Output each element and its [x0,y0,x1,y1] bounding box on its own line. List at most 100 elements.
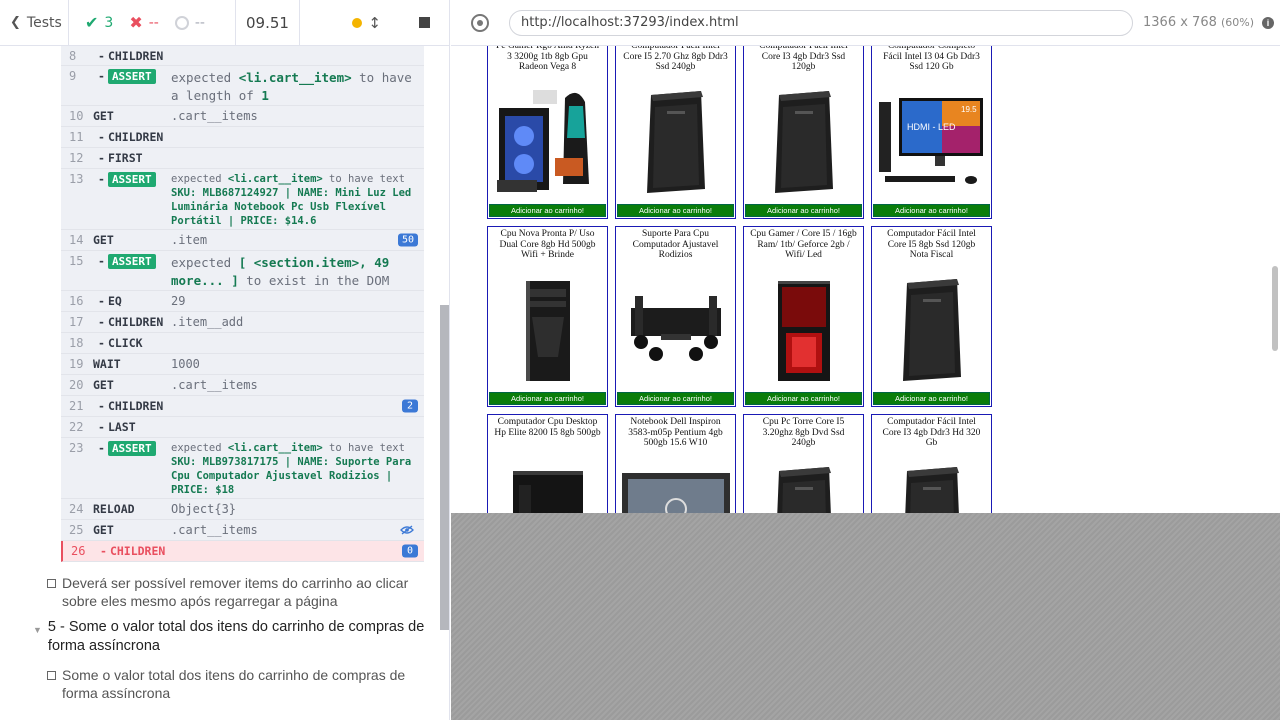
assert-text-part: <li.cart__item> [227,173,323,185]
command-name: - CLICK [93,336,171,353]
command-row[interactable]: 16- EQ 29 [61,291,424,312]
command-number: 12 [69,151,84,165]
child-dash: - [98,336,105,350]
add-to-cart-button[interactable]: Adicionar ao carrinho! [873,392,990,405]
command-message [171,399,424,416]
command-number: 25 [69,523,84,537]
command-name-text: GET [93,378,114,392]
product-image [744,463,863,513]
app-iframe: Pc Gamer Rgb Amd Ryzen 3 3200g 1tb 8gb G… [451,46,1280,513]
auto-scroll-icon[interactable]: ↕ [368,14,381,32]
child-dash: - [98,294,105,308]
product-grid: Pc Gamer Rgb Amd Ryzen 3 3200g 1tb 8gb G… [487,46,992,513]
monitor-size-label: 19.5 [961,105,977,114]
command-name: - CHILDREN [95,544,173,561]
assert-badge: ASSERT [107,441,156,456]
command-row[interactable]: 26- CHILDREN 0 [61,541,424,562]
assert-text-part: 1 [261,88,269,103]
child-dash: - [98,49,105,63]
failed-count: -- [148,14,159,31]
command-message [171,336,424,353]
command-name: - LAST [93,420,171,437]
command-row[interactable]: 25 GET .cart__items [61,520,424,541]
count-badge: 50 [397,233,418,247]
product-image [488,275,607,385]
command-row[interactable]: 12- FIRST [61,148,424,169]
command-number: 13 [69,172,84,186]
triangle-down-icon: ▼ [33,625,42,635]
product-title: Cpu Gamer / Core I5 / 16gb Ram/ 1tb/ Gef… [750,229,857,260]
command-row[interactable]: 14 GET .item 50 [61,230,424,251]
add-to-cart-button[interactable]: Adicionar ao carrinho! [745,392,862,405]
command-row[interactable]: 9- ASSERT expected <li.cart__item> to have… [61,66,424,106]
command-row[interactable]: 10 GET .cart__items [61,106,424,127]
viewport-dims: 1366 x 768 [1143,15,1217,30]
product-title: Computador Fácil Intel Core I3 4gb Ddr3 … [759,46,848,72]
count-badge: 2 [402,399,418,413]
command-number: 17 [69,315,84,329]
command-name-text: CHILDREN [107,315,164,329]
command-name: - ASSERT [93,172,171,229]
product-title: Suporte Para Cpu Computador Ajustavel Ro… [632,229,719,260]
add-to-cart-button[interactable]: Adicionar ao carrinho! [489,392,606,405]
command-row[interactable]: 17- CHILDREN .item__add [61,312,424,333]
command-row[interactable]: 24 RELOAD Object{3} [61,499,424,520]
add-to-cart-button[interactable]: Adicionar ao carrinho! [745,204,862,217]
command-row[interactable]: 8 - CHILDREN [61,46,424,66]
command-message: expected [ <section.item>, 49 more... ] … [171,254,424,290]
stop-icon[interactable] [419,17,430,28]
command-name: - ASSERT [93,254,171,290]
add-to-cart-button[interactable]: Adicionar ao carrinho! [489,204,606,217]
command-name: - CHILDREN [93,49,171,65]
reporter-scrollbar[interactable] [440,305,449,630]
command-number: 21 [69,399,84,413]
command-number: 11 [69,130,84,144]
test-item[interactable]: Some o valor total dos itens do carrinho… [0,666,436,702]
command-row[interactable]: 19 WAIT 1000 [61,354,424,375]
command-row[interactable]: 11- CHILDREN [61,127,424,148]
info-icon[interactable]: i [1262,16,1275,29]
command-row[interactable]: 20 GET .cart__items [61,375,424,396]
url-bar[interactable]: http://localhost:37293/index.html [509,9,1133,36]
assert-text-part: expected [171,173,228,185]
product-title: Computador Cpu Desktop Hp Elite 8200 I5 … [494,417,601,438]
add-to-cart-button[interactable]: Adicionar ao carrinho! [617,392,734,405]
command-row[interactable]: 18- CLICK [61,333,424,354]
command-row[interactable]: 21- CHILDREN 2 [61,396,424,417]
product-image [744,87,863,197]
command-number: 15 [69,254,84,268]
running-indicator-icon [352,17,363,28]
chevron-left-icon: ❮ [10,15,21,30]
suite-item[interactable]: ▼ 5 - Some o valor total dos itens do ca… [0,618,436,656]
command-number: 9 [69,69,77,83]
assert-text-part: to have text [322,173,405,185]
test-item[interactable]: Deverá ser possível remover items do car… [0,574,436,610]
command-name: GET [93,233,171,250]
command-row[interactable]: 23- ASSERT expected <li.cart__item> to hav… [61,438,424,499]
command-row[interactable]: 15 - ASSERT expected [ <section.item>, 49 m… [61,251,424,291]
command-name: - CHILDREN [93,399,171,416]
passed-stat: ✔ 3 [85,13,113,32]
command-message: expected <li.cart__item> to have text SK… [171,441,424,498]
command-name-text: CHILDREN [107,399,164,413]
add-to-cart-button[interactable]: Adicionar ao carrinho! [873,204,990,217]
add-to-cart-button[interactable]: Adicionar ao carrinho! [617,204,734,217]
product-card: Cpu Pc Torre Core I5 3.20ghz 8gb Dvd Ssd… [743,414,864,513]
selector-playground-icon[interactable] [471,13,489,32]
command-message: expected <li.cart__item> to have text SK… [171,172,424,229]
child-dash: - [98,399,105,413]
command-message: expected <li.cart__item> to have a lengt… [171,69,424,105]
assert-text-part: to have text [322,442,405,454]
command-row[interactable]: 22- LAST [61,417,424,438]
assert-text-part: SKU: MLB973817175 | NAME: Suporte Para C… [171,456,412,496]
command-name-text: FIRST [107,151,143,165]
assert-badge: ASSERT [107,172,156,187]
product-image [872,275,991,385]
command-number: 23 [69,441,84,455]
command-row[interactable]: 13 - ASSERT expected <li.cart__item> to hav… [61,169,424,230]
app-under-test: http://localhost:37293/index.html 1366 x… [451,0,1280,720]
command-name-text: WAIT [93,357,121,371]
command-message: Object{3} [171,502,237,516]
back-to-tests-button[interactable]: ❮ Tests [0,0,69,45]
iframe-scrollbar[interactable] [1272,266,1278,351]
